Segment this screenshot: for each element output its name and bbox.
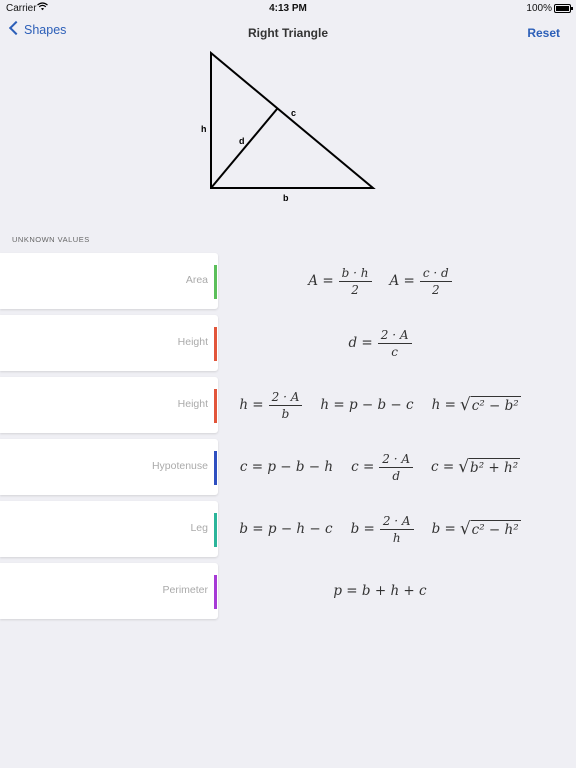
equation: c = 2 · Ad bbox=[351, 452, 414, 483]
card-label: Perimeter bbox=[162, 584, 208, 596]
card-label: Leg bbox=[190, 522, 208, 534]
card-height-h[interactable]: Height bbox=[0, 377, 218, 433]
numerator: 2 · A bbox=[379, 452, 414, 468]
fraction: 2 · Ac bbox=[377, 328, 412, 359]
formula-hypotenuse: c = p − b − h c = 2 · Ad c = √ b² + h² bbox=[230, 439, 530, 495]
label-b: b bbox=[283, 193, 289, 203]
equation-lhs: h = bbox=[431, 397, 456, 413]
square-root: √ b² + h² bbox=[458, 457, 521, 477]
numerator: 2 · A bbox=[268, 390, 303, 406]
numerator: 2 · A bbox=[379, 514, 414, 530]
fraction: 2 · Ad bbox=[379, 452, 414, 483]
color-indicator bbox=[214, 513, 217, 547]
equation: c = √ b² + h² bbox=[431, 457, 521, 477]
equation-lhs: A = bbox=[308, 273, 334, 289]
equation: A = c · d2 bbox=[390, 266, 452, 297]
denominator: d bbox=[392, 468, 400, 483]
triangle-outline bbox=[210, 50, 376, 189]
card-label: Hypotenuse bbox=[151, 460, 208, 472]
card-area[interactable]: Area bbox=[0, 253, 218, 309]
formula-area: A = b · h2 A = c · d2 bbox=[230, 253, 530, 309]
color-indicator bbox=[214, 265, 217, 299]
denominator: b bbox=[281, 406, 290, 421]
label-h: h bbox=[201, 124, 207, 134]
numerator: 2 · A bbox=[377, 328, 412, 344]
radicand: c² − h² bbox=[470, 520, 521, 538]
square-root: √ c² − h² bbox=[460, 520, 521, 538]
equation: d = 2 · Ac bbox=[349, 328, 412, 359]
radical-sign: √ bbox=[458, 457, 470, 477]
radical-sign: √ bbox=[459, 519, 471, 539]
fraction: 2 · Ah bbox=[379, 514, 414, 545]
color-indicator bbox=[214, 451, 217, 485]
card-hypotenuse[interactable]: Hypotenuse bbox=[0, 439, 218, 495]
color-indicator bbox=[214, 575, 217, 609]
equation: A = b · h2 bbox=[308, 266, 372, 297]
card-label: Area bbox=[185, 274, 208, 286]
equation: b = p − h − c bbox=[239, 521, 333, 537]
right-triangle-diagram: h c d b bbox=[201, 50, 376, 203]
equation: h = √ c² − b² bbox=[432, 396, 521, 414]
equation-lhs: d = bbox=[348, 335, 373, 351]
fraction: 2 · Ab bbox=[268, 390, 303, 421]
radicand: b² + h² bbox=[469, 458, 521, 476]
radicand: c² − b² bbox=[470, 396, 521, 414]
denominator: h bbox=[392, 530, 401, 545]
equation-lhs: b = bbox=[431, 521, 456, 537]
numerator: b · h bbox=[338, 266, 372, 282]
equation: p = b + h + c bbox=[333, 583, 427, 599]
formula-leg: b = p − h − c b = 2 · Ah b = √ c² − h² bbox=[230, 501, 530, 557]
denominator: 2 bbox=[351, 282, 359, 297]
status-time: 4:13 PM bbox=[269, 3, 307, 14]
formula-height-h: h = 2 · Ab h = p − b − c h = √ c² − b² bbox=[230, 377, 530, 433]
equation: h = 2 · Ab bbox=[239, 390, 303, 421]
battery-percent: 100% bbox=[526, 3, 552, 14]
equation: h = p − b − c bbox=[320, 397, 414, 413]
card-label: Height bbox=[177, 398, 208, 410]
formula-perimeter: p = b + h + c bbox=[230, 563, 530, 619]
label-c: c bbox=[291, 108, 296, 118]
reset-button[interactable]: Reset bbox=[527, 26, 560, 40]
radical-sign: √ bbox=[459, 395, 471, 415]
card-label: Height bbox=[177, 336, 208, 348]
denominator: c bbox=[391, 344, 398, 359]
equation-lhs: b = bbox=[350, 521, 375, 537]
battery-icon bbox=[554, 4, 573, 13]
label-d: d bbox=[239, 136, 245, 146]
color-indicator bbox=[214, 389, 217, 423]
page-title: Right Triangle bbox=[247, 26, 328, 40]
color-indicator bbox=[214, 327, 217, 361]
formula-height-d: d = 2 · Ac bbox=[230, 315, 530, 371]
equation-lhs: c = bbox=[351, 459, 375, 475]
status-bar: Carrier 4:13 PM 100% bbox=[0, 0, 576, 16]
equation: b = 2 · Ah bbox=[351, 514, 414, 545]
equation-lhs: h = bbox=[239, 397, 264, 413]
fraction: b · h2 bbox=[338, 266, 372, 297]
numerator: c · d bbox=[419, 266, 452, 282]
card-height-d[interactable]: Height bbox=[0, 315, 218, 371]
navigation-bar: Shapes Right Triangle Reset bbox=[0, 18, 576, 48]
denominator: 2 bbox=[431, 282, 440, 297]
altitude-line bbox=[210, 108, 278, 189]
square-root: √ c² − b² bbox=[460, 396, 521, 414]
card-leg[interactable]: Leg bbox=[0, 501, 218, 557]
equation: c = p − b − h bbox=[239, 459, 334, 475]
card-perimeter[interactable]: Perimeter bbox=[0, 563, 218, 619]
section-header: UNKNOWN VALUES bbox=[12, 235, 90, 244]
equation: b = √ c² − h² bbox=[432, 520, 521, 538]
equation-lhs: c = bbox=[431, 459, 455, 475]
equation-lhs: A = bbox=[389, 273, 415, 289]
fraction: c · d2 bbox=[419, 266, 452, 297]
